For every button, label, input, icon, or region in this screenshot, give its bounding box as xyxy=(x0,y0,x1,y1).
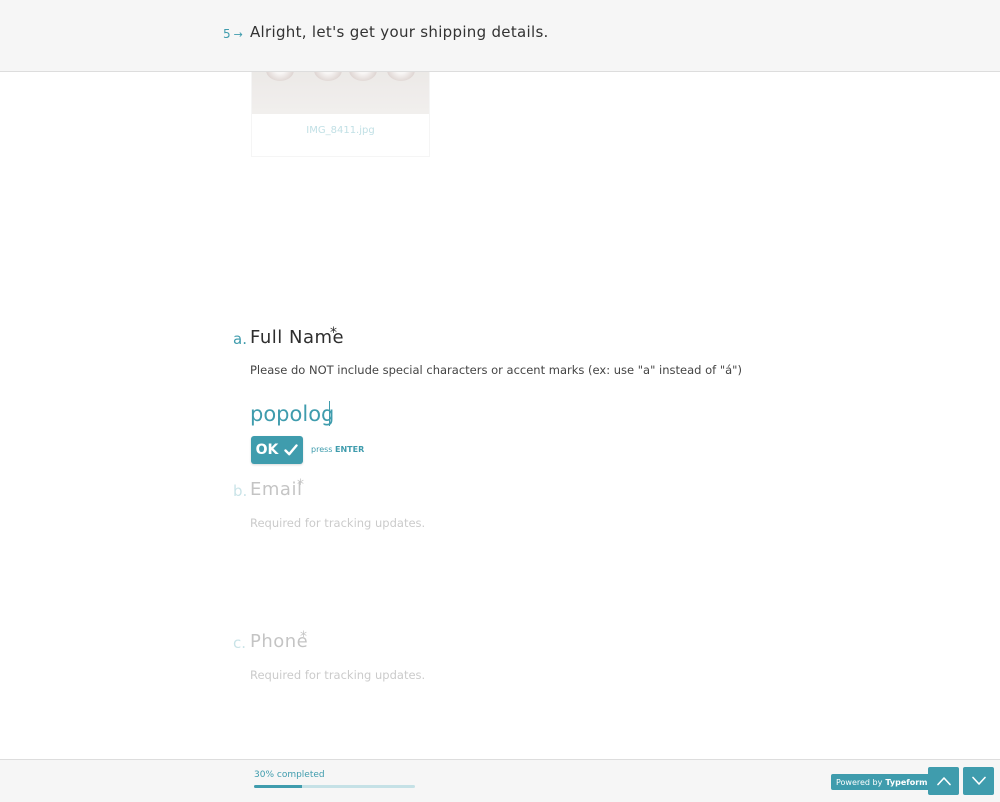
ok-button-label: OK xyxy=(255,442,279,458)
progress-bar-fill xyxy=(254,785,303,788)
phone-help-text: Required for tracking updates. xyxy=(250,668,426,682)
question-letter-b: b. xyxy=(233,482,248,500)
footer-bar: 30% completed Powered by Typeform xyxy=(0,759,1000,802)
required-asterisk: * xyxy=(297,477,304,493)
question-letter-a: a. xyxy=(233,330,247,348)
arrow-right-icon: → xyxy=(233,27,243,41)
question-header: 5 → Alright, let's get your shipping det… xyxy=(0,0,1000,72)
next-question-button[interactable] xyxy=(963,767,994,795)
email-help-text: Required for tracking updates. xyxy=(250,516,426,530)
progress-bar xyxy=(254,785,415,788)
text-caret xyxy=(329,401,330,426)
press-hint-key: ENTER xyxy=(335,445,365,454)
powered-by-typeform-badge[interactable]: Powered by Typeform xyxy=(831,774,933,790)
full-name-input[interactable] xyxy=(250,398,670,430)
ok-button[interactable]: OK xyxy=(251,436,303,464)
required-asterisk: * xyxy=(300,629,307,645)
progress-text: 30% completed xyxy=(254,770,325,780)
powered-by-prefix: Powered by xyxy=(836,777,883,787)
typeform-page: IMG_8411.jpg 5 → Alright, let's get your… xyxy=(0,0,1000,802)
image-filename: IMG_8411.jpg xyxy=(306,125,375,136)
press-hint-prefix: press xyxy=(311,445,333,454)
powered-by-brand: Typeform xyxy=(885,777,928,787)
question-number-value: 5 xyxy=(223,27,231,41)
full-name-help-text: Please do NOT include special characters… xyxy=(250,363,742,377)
required-asterisk: * xyxy=(330,325,337,341)
press-enter-hint: press ENTER xyxy=(311,445,364,454)
chevron-down-icon xyxy=(971,776,986,785)
email-label: Email xyxy=(250,479,303,500)
question-letter-c: c. xyxy=(233,634,247,652)
checkmark-icon xyxy=(284,444,299,456)
question-title: Alright, let's get your shipping details… xyxy=(250,23,549,41)
chevron-up-icon xyxy=(936,777,951,786)
question-number: 5 → xyxy=(223,27,243,41)
previous-question-button[interactable] xyxy=(928,767,959,795)
